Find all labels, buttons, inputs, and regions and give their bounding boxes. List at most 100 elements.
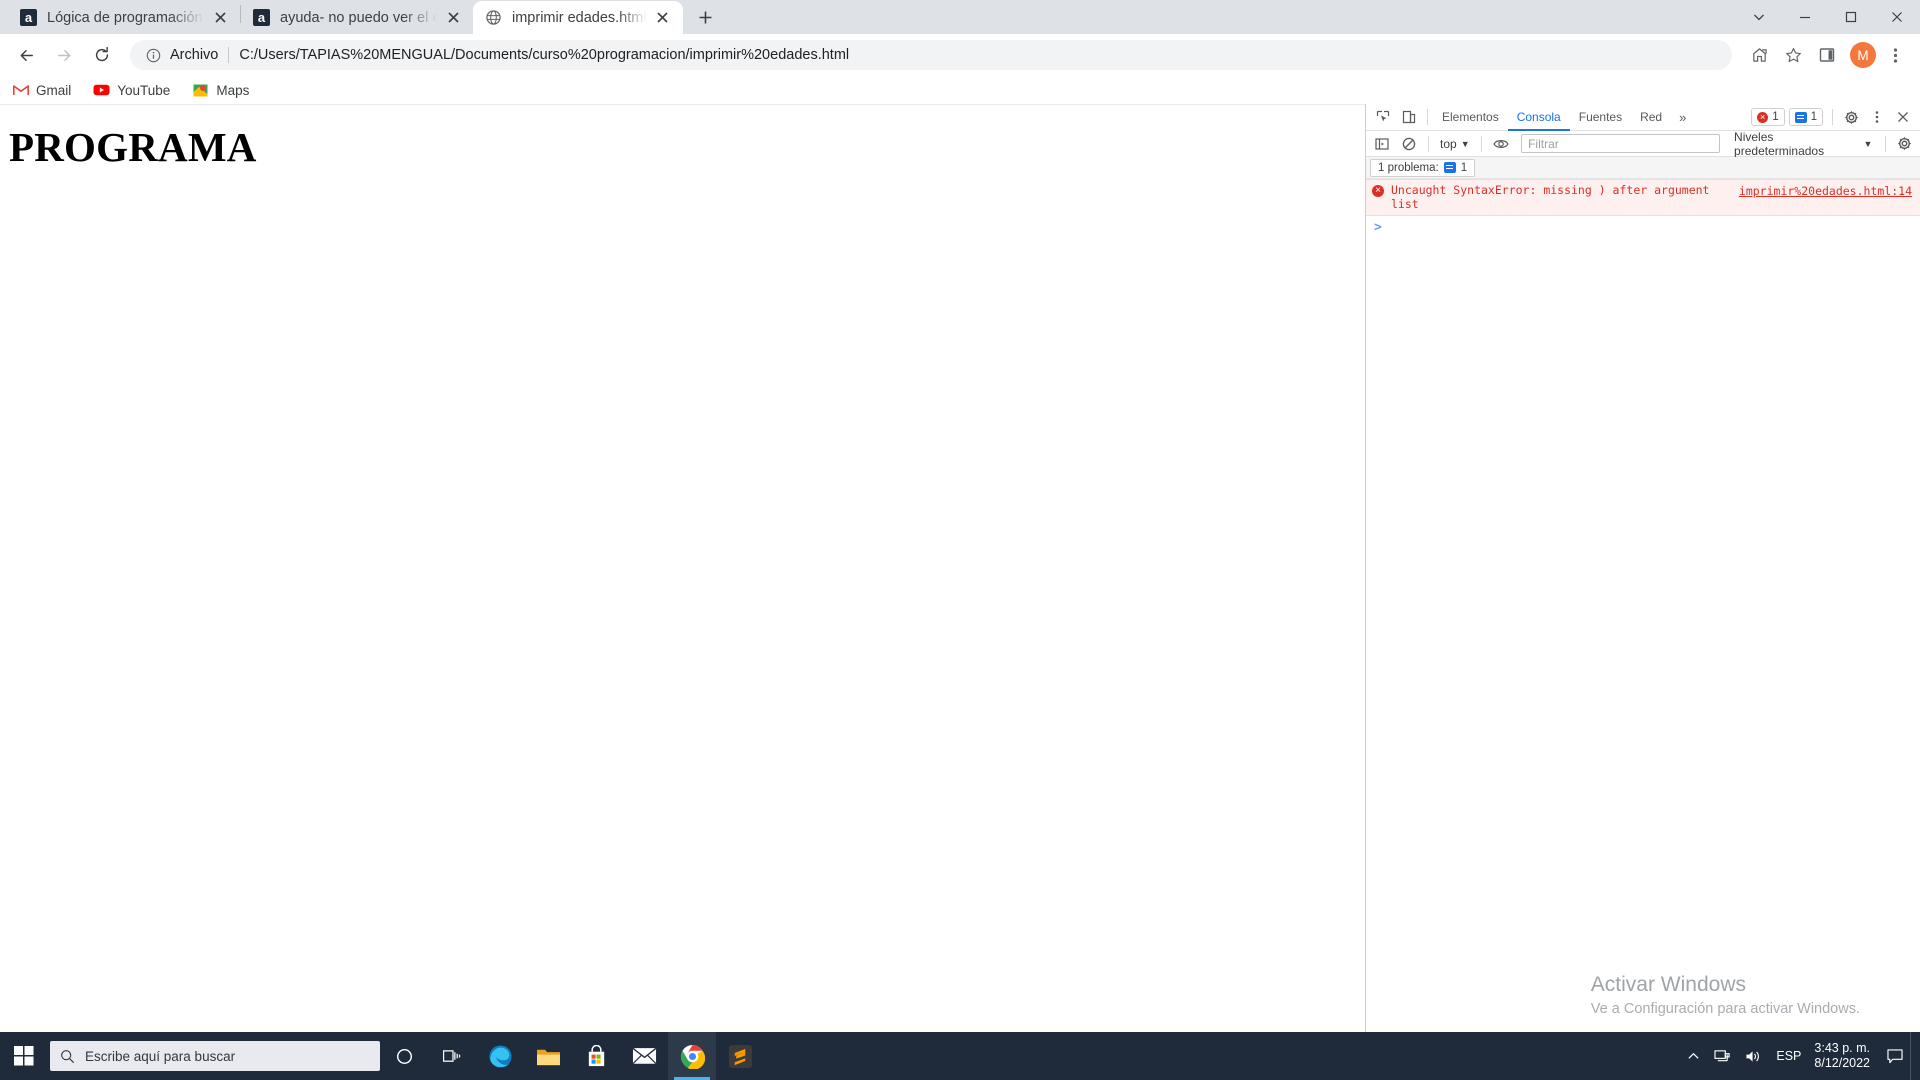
address-divider — [228, 47, 230, 63]
console-toolbar: top ▼ Filtrar Niveles predeterminados ▼ — [1366, 130, 1920, 158]
task-view-icon[interactable] — [428, 1032, 476, 1080]
forward-arrow-icon[interactable] — [48, 39, 80, 71]
close-icon[interactable] — [1890, 105, 1916, 129]
bookmarks-bar: Gmail YouTube Maps — [0, 76, 1920, 104]
console-settings-icon[interactable] — [1893, 133, 1916, 155]
file-explorer-icon[interactable] — [524, 1032, 572, 1080]
divider — [1480, 135, 1482, 152]
console-sidebar-icon[interactable] — [1370, 132, 1395, 156]
devtools-tabbar-right: × 1 1 — [1751, 105, 1920, 129]
clock[interactable]: 3:43 p. m. 8/12/2022 — [1808, 1041, 1880, 1071]
mail-icon[interactable] — [620, 1032, 668, 1080]
bookmark-youtube[interactable]: YouTube — [93, 82, 170, 99]
windows-start-icon[interactable] — [0, 1032, 48, 1080]
side-panel-icon[interactable] — [1812, 40, 1842, 70]
console-error-message[interactable]: × Uncaught SyntaxError: missing ) after … — [1366, 179, 1920, 216]
clear-console-icon[interactable] — [1397, 132, 1422, 156]
bookmark-label: Maps — [216, 82, 250, 98]
bookmark-label: YouTube — [117, 82, 171, 98]
address-url-text: C:/Users/TAPIAS%20MENGUAL/Documents/curs… — [239, 47, 850, 63]
volume-icon[interactable] — [1738, 1049, 1769, 1064]
tab-fuentes[interactable]: Fuentes — [1570, 104, 1631, 131]
three-dot-menu-icon[interactable] — [1864, 105, 1890, 129]
cortana-icon[interactable] — [380, 1032, 428, 1080]
search-input[interactable]: Escribe aquí para buscar — [50, 1041, 380, 1071]
address-scheme-label: Archivo — [170, 47, 219, 63]
error-count: 1 — [1772, 111, 1779, 123]
log-levels-select[interactable]: Niveles predeterminados ▼ — [1728, 130, 1878, 158]
console-message-list[interactable]: × Uncaught SyntaxError: missing ) after … — [1366, 179, 1920, 1055]
page-viewport: PROGRAMA — [0, 104, 1365, 1055]
message-icon — [1794, 111, 1807, 123]
close-icon[interactable] — [443, 8, 463, 28]
system-tray: ESP 3:43 p. m. 8/12/2022 — [1680, 1032, 1920, 1080]
watermark-subtitle: Ve a Configuración para activar Windows. — [1590, 1001, 1860, 1017]
prompt-caret-icon: > — [1374, 220, 1382, 235]
gmail-icon — [12, 82, 29, 99]
content-area: PROGRAMA Elementos Consola Fuentes Red »… — [0, 104, 1920, 1055]
bookmark-gmail[interactable]: Gmail — [12, 82, 71, 99]
live-expression-icon[interactable] — [1489, 132, 1514, 156]
levels-label: Niveles predeterminados — [1734, 129, 1825, 158]
divider — [1427, 109, 1428, 125]
alura-a-icon: a — [253, 9, 270, 26]
browser-tab-3-active[interactable]: imprimir edades.html — [473, 1, 683, 34]
microsoft-store-icon[interactable] — [572, 1032, 620, 1080]
devtools-tab-bar: Elementos Consola Fuentes Red » × 1 1 — [1366, 104, 1920, 131]
message-icon — [1443, 162, 1456, 173]
error-source-link[interactable]: imprimir%20edades.html:14 — [1739, 184, 1912, 198]
gear-icon[interactable] — [1838, 105, 1864, 129]
three-dot-menu-icon[interactable] — [1880, 40, 1910, 70]
filter-input[interactable]: Filtrar — [1521, 134, 1721, 153]
google-chrome-icon[interactable] — [668, 1032, 716, 1080]
browser-toolbar: Archivo C:/Users/TAPIAS%20MENGUAL/Docume… — [0, 34, 1920, 76]
issues-bar: 1 problema: 1 — [1366, 157, 1920, 179]
clock-date: 8/12/2022 — [1814, 1056, 1870, 1070]
execution-context-select[interactable]: top ▼ — [1436, 134, 1474, 154]
avatar[interactable]: M — [1850, 42, 1876, 68]
browser-tab-2[interactable]: a ayuda- no puedo ver el error de r — [241, 1, 473, 34]
microsoft-edge-icon[interactable] — [476, 1032, 524, 1080]
clock-time: 3:43 p. m. — [1814, 1041, 1870, 1055]
action-center-icon[interactable] — [1880, 1032, 1910, 1080]
inspect-element-icon[interactable] — [1370, 105, 1396, 129]
alura-a-icon: a — [20, 9, 37, 26]
new-tab-button[interactable] — [691, 2, 721, 32]
address-bar[interactable]: Archivo C:/Users/TAPIAS%20MENGUAL/Docume… — [130, 40, 1732, 70]
show-hidden-icons-icon[interactable] — [1680, 1050, 1707, 1063]
tab-red[interactable]: Red — [1631, 104, 1671, 131]
more-tabs-icon[interactable]: » — [1671, 110, 1694, 125]
star-icon[interactable] — [1778, 40, 1808, 70]
close-icon[interactable] — [210, 8, 230, 28]
minimize-icon[interactable] — [1782, 0, 1828, 34]
console-prompt[interactable]: > — [1366, 216, 1920, 239]
issues-chip[interactable]: 1 problema: 1 — [1370, 158, 1476, 177]
chevron-down-icon[interactable] — [1736, 0, 1782, 34]
error-count-badge[interactable]: × 1 — [1751, 108, 1785, 126]
share-icon[interactable] — [1744, 40, 1774, 70]
maximize-icon[interactable] — [1828, 0, 1874, 34]
reload-icon[interactable] — [86, 39, 118, 71]
tab-consola[interactable]: Consola — [1508, 104, 1570, 131]
close-icon[interactable] — [1874, 0, 1920, 34]
browser-tab-1[interactable]: a Lógica de programación: Primero — [8, 1, 240, 34]
tab-elementos[interactable]: Elementos — [1433, 104, 1508, 131]
search-placeholder: Escribe aquí para buscar — [85, 1048, 236, 1064]
error-icon: × — [1757, 111, 1769, 123]
close-icon[interactable] — [653, 8, 673, 28]
show-desktop-button[interactable] — [1910, 1032, 1916, 1080]
device-toolbar-icon[interactable] — [1396, 105, 1422, 129]
bookmark-maps[interactable]: Maps — [192, 82, 249, 99]
back-arrow-icon[interactable] — [10, 39, 42, 71]
error-icon: × — [1372, 185, 1384, 197]
chevron-down-icon: ▼ — [1460, 138, 1470, 149]
page-title: PROGRAMA — [9, 124, 257, 170]
youtube-icon — [93, 82, 110, 99]
error-text: Uncaught SyntaxError: missing ) after ar… — [1391, 183, 1710, 211]
info-count-badge[interactable]: 1 — [1788, 108, 1823, 126]
info-icon[interactable] — [144, 46, 162, 64]
sublime-text-icon[interactable] — [716, 1032, 764, 1080]
local-file-globe-icon — [485, 9, 502, 26]
network-icon[interactable] — [1707, 1049, 1738, 1064]
language-indicator[interactable]: ESP — [1769, 1049, 1808, 1063]
